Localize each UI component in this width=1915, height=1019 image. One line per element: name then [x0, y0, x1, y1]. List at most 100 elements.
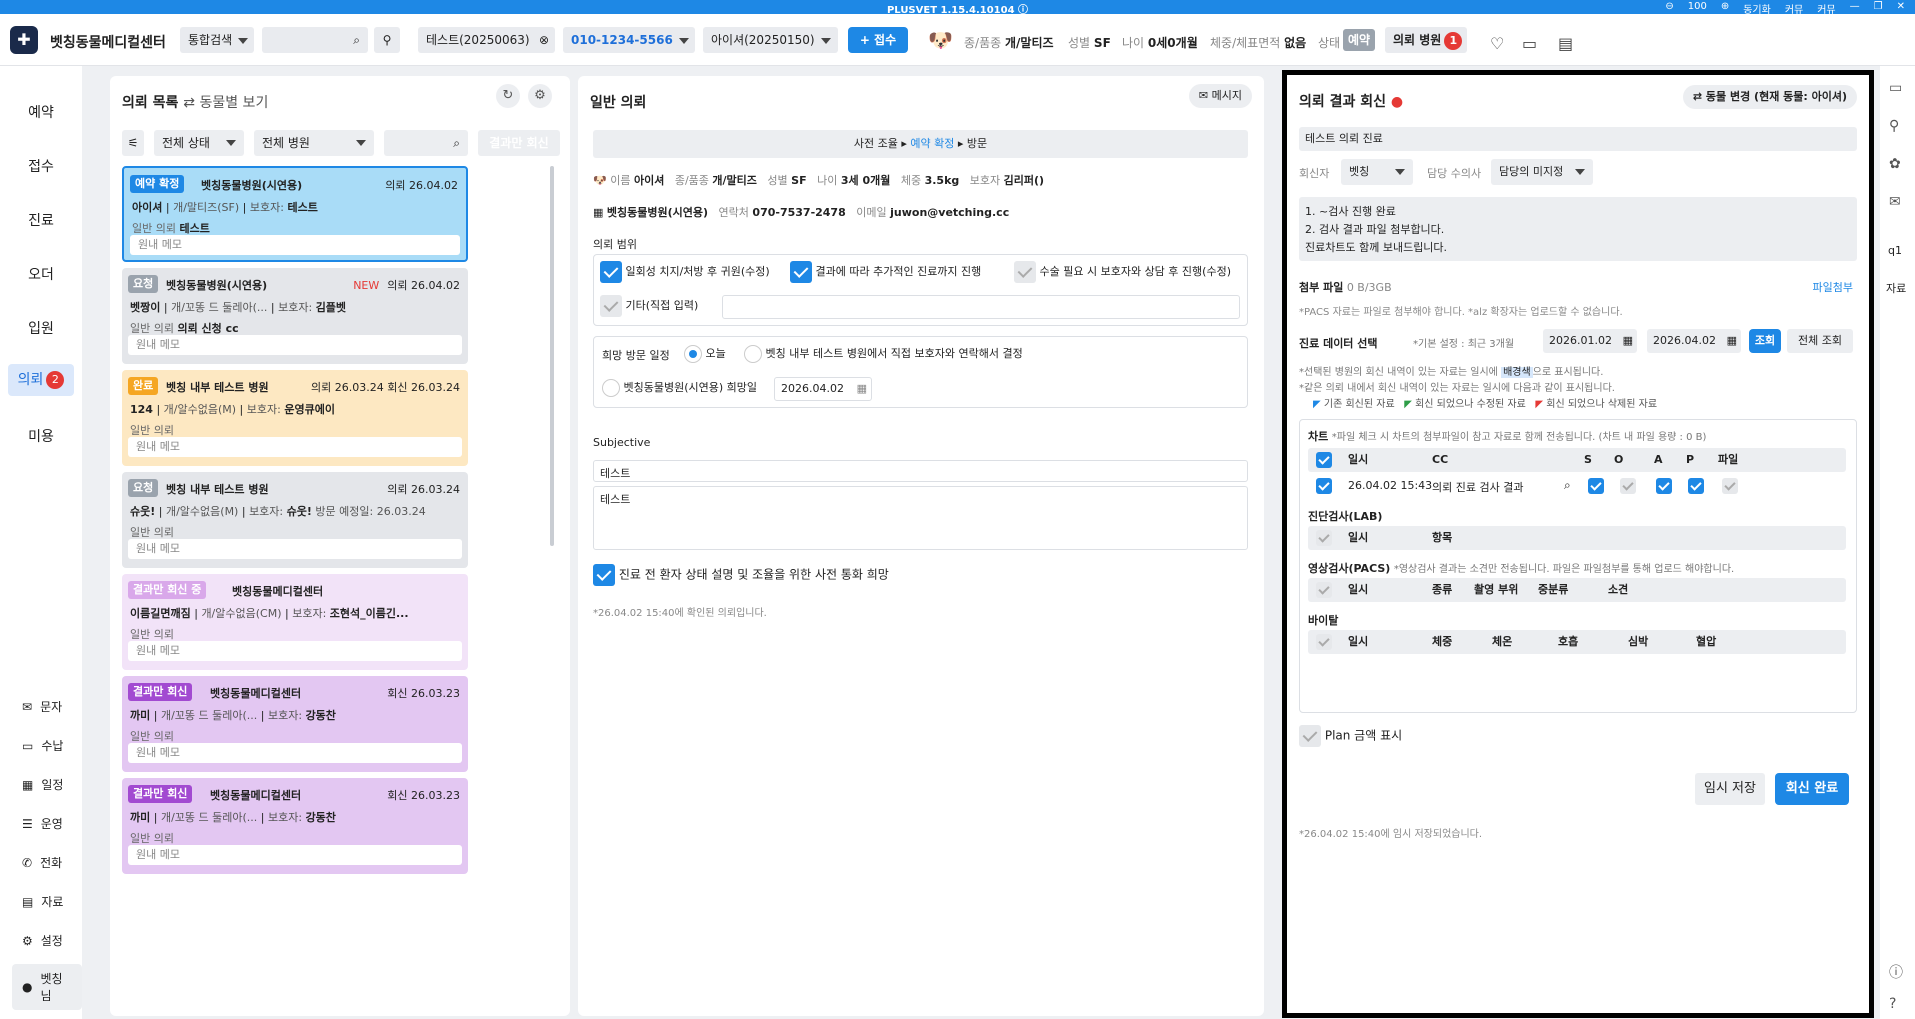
replier-select[interactable]: 벳칭 [1341, 159, 1413, 185]
lab-select-all-checkbox[interactable] [1316, 530, 1332, 546]
visit-option-contact[interactable]: 벳칭 내부 테스트 병원에서 직접 보호자와 연락해서 결정 [744, 345, 1023, 363]
radio-today[interactable] [684, 345, 702, 363]
visit-option-date[interactable]: 벳칭동물병원(시연용) 희망일 [602, 379, 757, 397]
search-type-select[interactable]: 통합검색 [180, 27, 254, 53]
list-scrollbar[interactable] [550, 166, 554, 546]
nav-grooming[interactable]: 미용 [0, 426, 82, 446]
date-from-input[interactable]: 2026.01.02 ▦ [1543, 329, 1637, 353]
nav-schedule[interactable]: ▦ 일정 [22, 776, 63, 793]
referral-card[interactable]: 결과만 회신 중 벳칭동물메디컬센터 이름길면깨짐 | 개/알수없음(CM) | 보… [122, 574, 468, 670]
change-animal-button[interactable]: ⇄ 동물 변경 (현재 동물: 아이셔) [1682, 85, 1857, 109]
date-to-input[interactable]: 2026.04.02 ▦ [1647, 329, 1741, 353]
reception-button[interactable]: + 접수 [848, 27, 908, 53]
visit-date-input[interactable]: 2026.04.02 ▦ [774, 377, 872, 401]
card-memo-input[interactable]: 원내 메모 [128, 437, 462, 457]
chat-icon[interactable]: ✉ [1889, 194, 1901, 210]
help-icon[interactable]: ? [1889, 996, 1896, 1012]
nav-operation[interactable]: ☰ 운영 [22, 815, 63, 832]
referral-card[interactable]: 완료 벳칭 내부 테스트 병원 의뢰 26.03.24 회신 26.03.24 124… [122, 370, 468, 466]
pacs-select-all-checkbox[interactable] [1316, 582, 1332, 598]
card-memo-input[interactable]: 원내 메모 [128, 539, 462, 559]
card-memo-input[interactable]: 원내 메모 [130, 235, 460, 255]
status-filter-select[interactable]: 전체 상태 [154, 130, 244, 156]
chart-select-all-checkbox[interactable] [1316, 452, 1332, 468]
scope-option-2[interactable]: 결과에 따라 추가적인 진료까지 진행 [790, 261, 981, 283]
referral-card[interactable]: 요청 벳칭 내부 테스트 병원 의뢰 26.03.24 슈웃! | 개/알수없음(M)… [122, 472, 468, 568]
scope-other-input[interactable] [722, 295, 1240, 319]
user-search-icon[interactable]: ⚲ [374, 27, 400, 53]
scope-option-4[interactable]: 기타(직접 입력) [600, 295, 698, 317]
nav-payment[interactable]: ▭ 수납 [22, 737, 63, 754]
p-checkbox[interactable] [1688, 478, 1704, 494]
owner-chip[interactable]: 테스트(20250063) ⊗ [418, 27, 555, 53]
clear-owner-icon[interactable]: ⊗ [539, 27, 549, 53]
phone-select[interactable]: 010-1234-5566 [563, 27, 695, 53]
attach-file-button[interactable]: 파일첨부 [1813, 279, 1853, 295]
radio-date[interactable] [602, 379, 620, 397]
o-checkbox[interactable] [1620, 478, 1636, 494]
filter-icon[interactable]: ⚟ [122, 130, 144, 156]
referral-card[interactable]: 요청 벳칭동물병원(시연용) NEW 의뢰 26.04.02 벳짱이 | 개/꼬똥 드 … [122, 268, 468, 364]
paw-icon[interactable]: ✿ [1889, 156, 1901, 172]
scope-1-checkbox[interactable] [600, 261, 622, 283]
visit-option-today[interactable]: 오늘 [684, 345, 726, 363]
nav-reservation[interactable]: 예약 [0, 102, 82, 122]
nav-settings[interactable]: ⚙ 설정 [22, 932, 63, 949]
nav-user[interactable]: ● 벳칭님 [12, 964, 82, 1010]
referral-card[interactable]: 예약 확정 벳칭동물병원(시연용) 의뢰 26.04.02 아이셔 | 개/말티즈(S… [122, 166, 468, 262]
referral-card[interactable]: 결과만 회신 벳칭동물메디컬센터 회신 26.03.23 까미 | 개/꼬똥 드 둘레… [122, 676, 468, 772]
card-memo-input[interactable]: 원내 메모 [128, 335, 462, 355]
nav-referral[interactable]: 의뢰 2 [8, 364, 74, 396]
vital-select-all-checkbox[interactable] [1316, 634, 1332, 650]
vet-select[interactable]: 담당의 미지정 [1491, 159, 1593, 185]
search-button[interactable]: 조회 [1749, 329, 1781, 353]
referral-hospital-button[interactable]: 의뢰 병원 1 [1385, 27, 1467, 53]
scope-option-3[interactable]: 수술 필요 시 보호자와 상담 후 진행(수정) [1014, 261, 1231, 283]
animal-view-toggle[interactable]: 동물별 보기 [199, 95, 268, 111]
nav-data[interactable]: ▤ 자료 [22, 893, 63, 910]
folder-icon[interactable]: ▭ [1522, 34, 1537, 53]
temp-save-button[interactable]: 임시 저장 [1695, 773, 1765, 805]
nav-reception[interactable]: 접수 [0, 156, 82, 176]
settings-icon[interactable]: ⚙ [528, 84, 552, 108]
message-button[interactable]: ✉ 메시지 [1188, 84, 1252, 108]
search-icon[interactable]: ⌕ [1564, 478, 1571, 493]
result-only-button[interactable]: 결과만 회신 [478, 130, 560, 156]
refresh-icon[interactable]: ↻ [496, 84, 520, 108]
card-icon[interactable]: ▤ [1558, 34, 1573, 53]
nav-phone[interactable]: ✆ 전화 [22, 854, 62, 871]
phone-call-checkbox[interactable] [593, 564, 615, 586]
heart-monitor-icon[interactable]: ♡ [1490, 34, 1504, 53]
plan-amount-option[interactable]: Plan 금액 표시 [1299, 725, 1402, 747]
subjective-input-2[interactable]: 테스트 [593, 486, 1248, 550]
list-search-input[interactable]: ⌕ [384, 130, 468, 156]
card-memo-input[interactable]: 원내 메모 [128, 845, 462, 865]
radio-contact[interactable] [744, 345, 762, 363]
hospital-filter-select[interactable]: 전체 병원 [254, 130, 374, 156]
subjective-input-1[interactable]: 테스트 [593, 460, 1248, 482]
reply-body-textarea[interactable]: 1. ~검사 진행 완료 2. 검사 결과 파일 첨부합니다. 진료차트도 함께… [1299, 197, 1857, 261]
info-icon[interactable]: ⓘ [1889, 962, 1903, 982]
scope-option-1[interactable]: 일회성 치지/처방 후 귀원(수정) [600, 261, 770, 283]
referral-card[interactable]: 결과만 회신 벳칭동물메디컬센터 회신 26.03.23 까미 | 개/꼬똥 드 둘레… [122, 778, 468, 874]
reply-subject-input[interactable]: 테스트 의뢰 진료 [1299, 127, 1857, 151]
nav-hospitalization[interactable]: 입원 [0, 318, 82, 338]
card-memo-input[interactable]: 원내 메모 [128, 641, 462, 661]
nav-sms[interactable]: ✉ 문자 [22, 698, 62, 715]
s-checkbox[interactable] [1588, 478, 1604, 494]
patient-select[interactable]: 아이셔(20250150) [703, 27, 838, 53]
rail-item-data[interactable]: 자료 [1886, 280, 1906, 296]
rail-item-q1[interactable]: q1 [1888, 244, 1902, 257]
plan-amount-checkbox[interactable] [1299, 725, 1321, 747]
profile-card-icon[interactable]: ▭ [1889, 80, 1902, 96]
chart-table-row[interactable]: 26.04.02 15:43 의뢰 진료 검사 결과 ⌕ [1308, 474, 1846, 498]
card-memo-input[interactable]: 원내 메모 [128, 743, 462, 763]
search-input[interactable]: ⌕ [262, 27, 368, 53]
scope-2-checkbox[interactable] [790, 261, 812, 283]
nav-treatment[interactable]: 진료 [0, 210, 82, 230]
all-search-button[interactable]: 전체 조회 [1787, 329, 1853, 353]
nav-order[interactable]: 오더 [0, 264, 82, 284]
user-search-icon[interactable]: ⚲ [1889, 118, 1899, 134]
scope-3-checkbox[interactable] [1014, 261, 1036, 283]
scope-4-checkbox[interactable] [600, 295, 622, 317]
